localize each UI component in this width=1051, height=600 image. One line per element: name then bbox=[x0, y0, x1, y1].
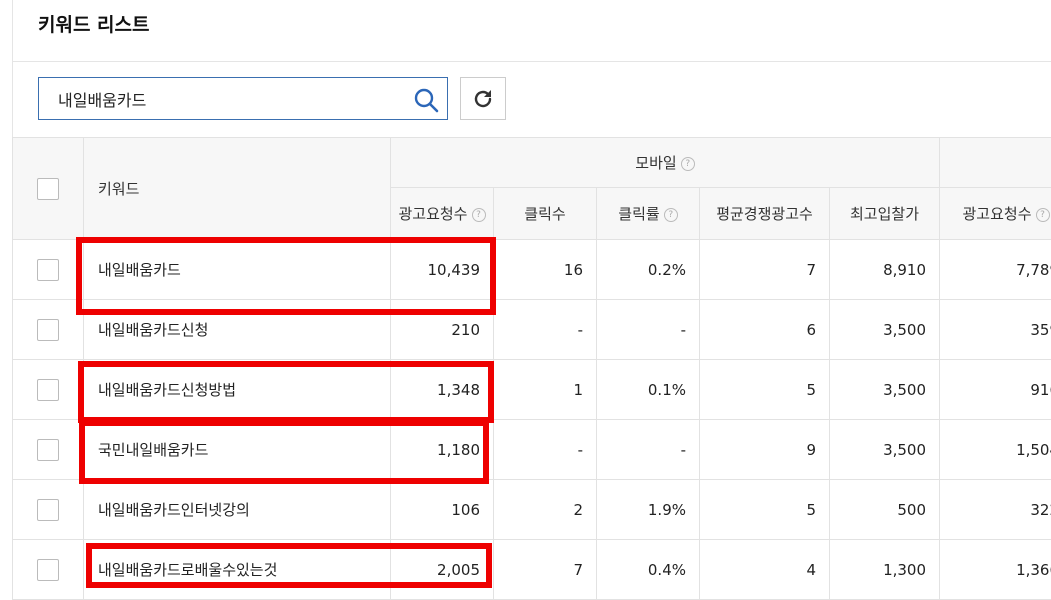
col-header-clicks: 클릭수 bbox=[494, 188, 597, 240]
competition-cell: 7 bbox=[700, 240, 830, 300]
row-checkbox[interactable] bbox=[37, 559, 59, 581]
search-box bbox=[38, 77, 448, 120]
select-all-checkbox[interactable] bbox=[37, 178, 59, 200]
clicks-cell: 16 bbox=[494, 240, 597, 300]
highlight-box bbox=[78, 361, 494, 423]
table-row: 내일배움카드인터넷강의 106 2 1.9% 5 500 322 bbox=[13, 480, 1051, 540]
keyword-cell[interactable]: 내일배움카드인터넷강의 bbox=[84, 480, 391, 540]
clicks-cell: 2 bbox=[494, 480, 597, 540]
ctr-cell: 0.1% bbox=[597, 360, 700, 420]
req2-cell: 1,366 bbox=[940, 540, 1051, 600]
competition-cell: 5 bbox=[700, 480, 830, 540]
col-label: 광고요청수 bbox=[398, 205, 467, 223]
col-header-max-bid: 최고입찰가 bbox=[830, 188, 940, 240]
competition-cell: 6 bbox=[700, 300, 830, 360]
req2-cell: 916 bbox=[940, 360, 1051, 420]
row-checkbox[interactable] bbox=[37, 499, 59, 521]
req2-cell: 1,504 bbox=[940, 420, 1051, 480]
help-icon[interactable]: ? bbox=[472, 208, 486, 222]
keyword-header: 키워드 bbox=[84, 138, 391, 240]
row-checkbox[interactable] bbox=[37, 319, 59, 341]
req-cell: 106 bbox=[391, 480, 494, 540]
row-checkbox-cell bbox=[13, 240, 84, 300]
highlight-box bbox=[79, 420, 489, 484]
max-bid-cell: 500 bbox=[830, 480, 940, 540]
search-input[interactable] bbox=[39, 78, 409, 119]
competition-cell: 9 bbox=[700, 420, 830, 480]
clicks-cell: - bbox=[494, 420, 597, 480]
col-header-competition: 평균경쟁광고수 bbox=[700, 188, 830, 240]
refresh-button[interactable] bbox=[460, 77, 506, 120]
clicks-cell: 7 bbox=[494, 540, 597, 600]
col-header-ctr: 클릭률? bbox=[597, 188, 700, 240]
clicks-cell: - bbox=[494, 300, 597, 360]
help-icon[interactable]: ? bbox=[681, 157, 695, 171]
highlight-box bbox=[76, 237, 496, 315]
col-header-req2: 광고요청수? bbox=[940, 188, 1051, 240]
page-title: 키워드 리스트 bbox=[38, 10, 150, 37]
col-label: 클릭수 bbox=[524, 205, 565, 223]
clicks-cell: 1 bbox=[494, 360, 597, 420]
ctr-cell: 1.9% bbox=[597, 480, 700, 540]
max-bid-cell: 3,500 bbox=[830, 300, 940, 360]
row-checkbox-cell bbox=[13, 540, 84, 600]
max-bid-cell: 3,500 bbox=[830, 420, 940, 480]
max-bid-cell: 1,300 bbox=[830, 540, 940, 600]
row-checkbox-cell bbox=[13, 480, 84, 540]
req2-cell: 359 bbox=[940, 300, 1051, 360]
col-label: 최고입찰가 bbox=[850, 205, 919, 223]
next-group-header bbox=[940, 138, 1051, 188]
mobile-group-label: 모바일 bbox=[635, 154, 676, 172]
row-checkbox-cell bbox=[13, 420, 84, 480]
req2-cell: 322 bbox=[940, 480, 1051, 540]
ctr-cell: 0.4% bbox=[597, 540, 700, 600]
competition-cell: 4 bbox=[700, 540, 830, 600]
help-icon[interactable]: ? bbox=[664, 208, 678, 222]
row-checkbox-cell bbox=[13, 300, 84, 360]
max-bid-cell: 8,910 bbox=[830, 240, 940, 300]
row-checkbox-cell bbox=[13, 360, 84, 420]
refresh-icon bbox=[471, 87, 495, 111]
search-icon[interactable] bbox=[413, 87, 439, 113]
competition-cell: 5 bbox=[700, 360, 830, 420]
col-label: 평균경쟁광고수 bbox=[716, 205, 813, 223]
ctr-cell: 0.2% bbox=[597, 240, 700, 300]
row-checkbox[interactable] bbox=[37, 439, 59, 461]
ctr-cell: - bbox=[597, 300, 700, 360]
row-checkbox[interactable] bbox=[37, 259, 59, 281]
row-checkbox[interactable] bbox=[37, 379, 59, 401]
req2-cell: 7,789 bbox=[940, 240, 1051, 300]
highlight-box bbox=[86, 543, 492, 588]
col-header-req: 광고요청수? bbox=[391, 188, 494, 240]
select-all-cell bbox=[13, 138, 84, 240]
mobile-group-header: 모바일? bbox=[391, 138, 940, 188]
help-icon[interactable]: ? bbox=[1036, 208, 1050, 222]
col-label: 광고요청수 bbox=[963, 205, 1032, 223]
header-divider bbox=[12, 61, 1051, 62]
ctr-cell: - bbox=[597, 420, 700, 480]
col-label: 클릭률 bbox=[618, 205, 659, 223]
max-bid-cell: 3,500 bbox=[830, 360, 940, 420]
